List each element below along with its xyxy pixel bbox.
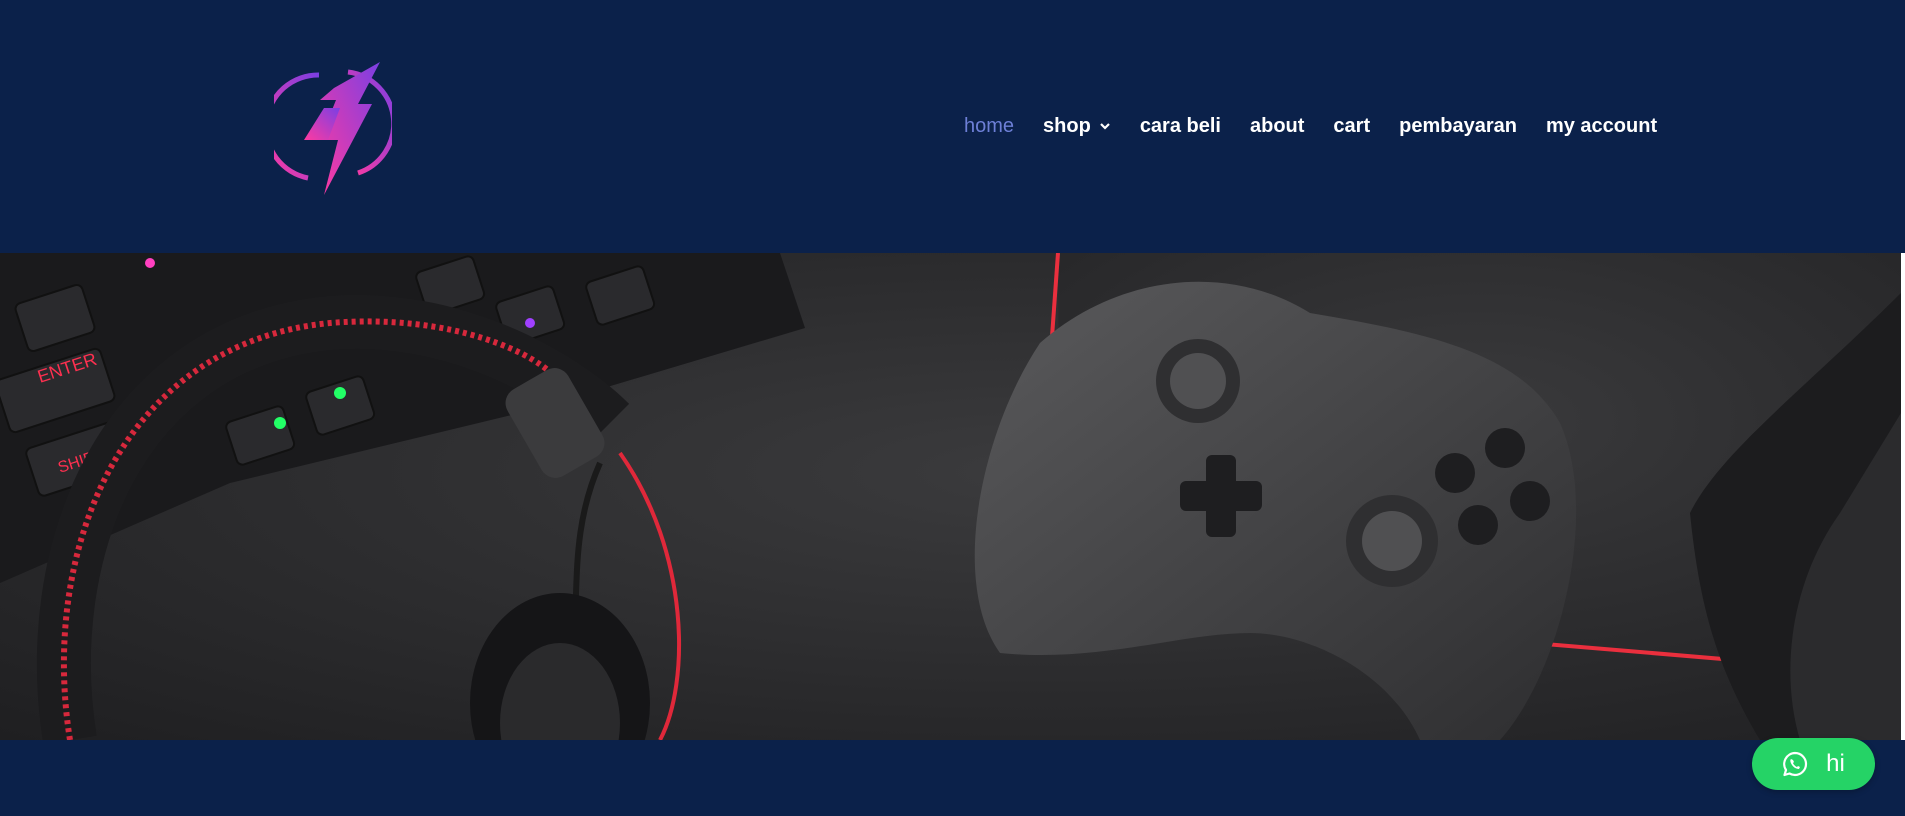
- chat-button-label: hi: [1826, 750, 1845, 777]
- footer-band: [0, 740, 1905, 816]
- site-logo[interactable]: [263, 60, 397, 200]
- main-nav: home shop cara beli about cart pembayara…: [964, 111, 1657, 141]
- nav-cart-label: cart: [1333, 114, 1371, 137]
- page-edge: [1901, 253, 1905, 740]
- hero-banner-image: ENTER SHIFT: [0, 253, 1901, 740]
- nav-home[interactable]: home: [964, 115, 1014, 138]
- nav-my-account[interactable]: my account: [1546, 115, 1657, 138]
- nav-pembayaran[interactable]: pembayaran: [1399, 115, 1517, 138]
- nav-my-account-label: my account: [1545, 114, 1658, 137]
- nav-home-label: home: [964, 114, 1015, 137]
- nav-cara-beli[interactable]: cara beli: [1140, 115, 1221, 138]
- nav-cart[interactable]: cart: [1333, 115, 1370, 138]
- gaming-setup-illustration: ENTER SHIFT: [0, 253, 1901, 740]
- nav-cara-beli-label: cara beli: [1139, 114, 1221, 137]
- site-header: home shop cara beli about cart pembayara…: [0, 0, 1905, 253]
- nav-about-label: about: [1249, 114, 1305, 137]
- nav-shop[interactable]: shop: [1043, 115, 1111, 138]
- nav-about[interactable]: about: [1250, 115, 1304, 138]
- nav-shop-label: shop: [1043, 114, 1091, 137]
- chevron-down-icon: [1100, 123, 1110, 130]
- nav-pembayaran-label: pembayaran: [1399, 114, 1517, 137]
- whatsapp-icon: [1783, 751, 1808, 777]
- whatsapp-chat-button[interactable]: hi: [1752, 738, 1875, 790]
- lightning-bolt-logo-icon: [263, 62, 397, 195]
